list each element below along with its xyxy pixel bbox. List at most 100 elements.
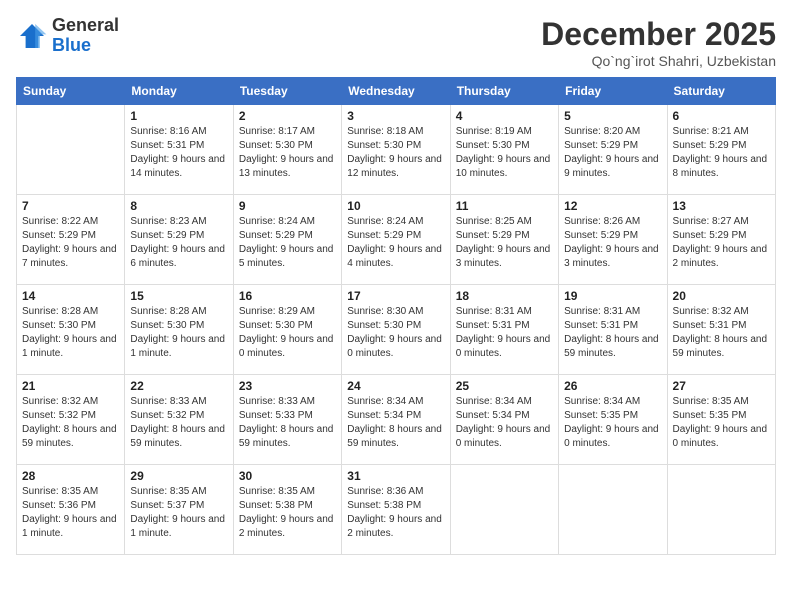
day-number: 23: [239, 379, 336, 393]
day-number: 19: [564, 289, 661, 303]
calendar-day-cell: 5 Sunrise: 8:20 AMSunset: 5:29 PMDaylight…: [559, 105, 667, 195]
day-info: Sunrise: 8:25 AMSunset: 5:29 PMDaylight:…: [456, 215, 553, 271]
day-info: Sunrise: 8:16 AMSunset: 5:31 PMDaylight:…: [130, 125, 227, 181]
calendar-day-cell: 17Sunrise: 8:30 AMSunset: 5:30 PMDayligh…: [342, 285, 450, 375]
weekday-header: Tuesday: [233, 78, 341, 105]
logo: General Blue: [16, 16, 119, 56]
weekday-header: Monday: [125, 78, 233, 105]
calendar-day-cell: 21 Sunrise: 8:32 AMSunset: 5:32 PMDayligh…: [17, 375, 125, 465]
calendar-day-cell: 2 Sunrise: 8:17 AMSunset: 5:30 PMDaylight…: [233, 105, 341, 195]
day-number: 9: [239, 199, 336, 213]
day-info: Sunrise: 8:19 AMSunset: 5:30 PMDaylight:…: [456, 125, 553, 181]
day-number: 29: [130, 469, 227, 483]
day-number: 10: [347, 199, 444, 213]
day-info: Sunrise: 8:35 AMSunset: 5:38 PMDaylight:…: [239, 485, 336, 541]
day-info: Sunrise: 8:21 AMSunset: 5:29 PMDaylight:…: [673, 125, 770, 181]
calendar-day-cell: 8Sunrise: 8:23 AMSunset: 5:29 PMDaylight…: [125, 195, 233, 285]
day-info: Sunrise: 8:24 AMSunset: 5:29 PMDaylight:…: [347, 215, 444, 271]
day-number: 16: [239, 289, 336, 303]
day-number: 7: [22, 199, 119, 213]
day-number: 2: [239, 109, 336, 123]
day-info: Sunrise: 8:36 AMSunset: 5:38 PMDaylight:…: [347, 485, 444, 541]
day-number: 25: [456, 379, 553, 393]
day-info: Sunrise: 8:22 AMSunset: 5:29 PMDaylight:…: [22, 215, 119, 271]
day-number: 4: [456, 109, 553, 123]
day-info: Sunrise: 8:28 AMSunset: 5:30 PMDaylight:…: [130, 305, 227, 361]
empty-cell: [17, 105, 125, 195]
calendar-day-cell: 29 Sunrise: 8:35 AMSunset: 5:37 PMDayligh…: [125, 465, 233, 555]
logo-general: General: [52, 16, 119, 36]
location: Qo`ng`irot Shahri, Uzbekistan: [541, 53, 776, 69]
month-title: December 2025: [541, 16, 776, 53]
calendar-table: SundayMondayTuesdayWednesdayThursdayFrid…: [16, 77, 776, 555]
day-info: Sunrise: 8:30 AMSunset: 5:30 PMDaylight:…: [347, 305, 444, 361]
calendar-day-cell: 9Sunrise: 8:24 AMSunset: 5:29 PMDaylight…: [233, 195, 341, 285]
day-number: 28: [22, 469, 119, 483]
day-info: Sunrise: 8:31 AMSunset: 5:31 PMDaylight:…: [564, 305, 661, 361]
day-number: 27: [673, 379, 770, 393]
logo-text: General Blue: [52, 16, 119, 56]
calendar-day-cell: 20 Sunrise: 8:32 AMSunset: 5:31 PMDayligh…: [667, 285, 775, 375]
logo-blue: Blue: [52, 36, 119, 56]
day-info: Sunrise: 8:26 AMSunset: 5:29 PMDaylight:…: [564, 215, 661, 271]
calendar-day-cell: 13Sunrise: 8:27 AMSunset: 5:29 PMDayligh…: [667, 195, 775, 285]
weekday-header: Sunday: [17, 78, 125, 105]
weekday-header: Thursday: [450, 78, 558, 105]
day-info: Sunrise: 8:20 AMSunset: 5:29 PMDaylight:…: [564, 125, 661, 181]
calendar-day-cell: 31 Sunrise: 8:36 AMSunset: 5:38 PMDayligh…: [342, 465, 450, 555]
day-info: Sunrise: 8:34 AMSunset: 5:34 PMDaylight:…: [456, 395, 553, 451]
page-header: General Blue December 2025 Qo`ng`irot Sh…: [16, 16, 776, 69]
weekday-header: Saturday: [667, 78, 775, 105]
day-info: Sunrise: 8:29 AMSunset: 5:30 PMDaylight:…: [239, 305, 336, 361]
calendar-day-cell: 25 Sunrise: 8:34 AMSunset: 5:34 PMDayligh…: [450, 375, 558, 465]
day-number: 21: [22, 379, 119, 393]
empty-cell: [559, 465, 667, 555]
weekday-header: Wednesday: [342, 78, 450, 105]
day-number: 30: [239, 469, 336, 483]
day-number: 3: [347, 109, 444, 123]
day-info: Sunrise: 8:18 AMSunset: 5:30 PMDaylight:…: [347, 125, 444, 181]
calendar-day-cell: 3 Sunrise: 8:18 AMSunset: 5:30 PMDaylight…: [342, 105, 450, 195]
calendar-week-row: 7 Sunrise: 8:22 AMSunset: 5:29 PMDaylight…: [17, 195, 776, 285]
calendar-week-row: 1 Sunrise: 8:16 AMSunset: 5:31 PMDaylight…: [17, 105, 776, 195]
calendar-day-cell: 12 Sunrise: 8:26 AMSunset: 5:29 PMDayligh…: [559, 195, 667, 285]
calendar-day-cell: 22 Sunrise: 8:33 AMSunset: 5:32 PMDayligh…: [125, 375, 233, 465]
day-info: Sunrise: 8:31 AMSunset: 5:31 PMDaylight:…: [456, 305, 553, 361]
calendar-day-cell: 16 Sunrise: 8:29 AMSunset: 5:30 PMDayligh…: [233, 285, 341, 375]
day-number: 15: [130, 289, 227, 303]
day-number: 24: [347, 379, 444, 393]
calendar-day-cell: 28Sunrise: 8:35 AMSunset: 5:36 PMDayligh…: [17, 465, 125, 555]
weekday-header: Friday: [559, 78, 667, 105]
calendar-day-cell: 7 Sunrise: 8:22 AMSunset: 5:29 PMDaylight…: [17, 195, 125, 285]
calendar-day-cell: 24 Sunrise: 8:34 AMSunset: 5:34 PMDayligh…: [342, 375, 450, 465]
calendar-day-cell: 15 Sunrise: 8:28 AMSunset: 5:30 PMDayligh…: [125, 285, 233, 375]
day-info: Sunrise: 8:28 AMSunset: 5:30 PMDaylight:…: [22, 305, 119, 361]
calendar-day-cell: 26Sunrise: 8:34 AMSunset: 5:35 PMDayligh…: [559, 375, 667, 465]
calendar-day-cell: 10 Sunrise: 8:24 AMSunset: 5:29 PMDayligh…: [342, 195, 450, 285]
calendar-day-cell: 27Sunrise: 8:35 AMSunset: 5:35 PMDayligh…: [667, 375, 775, 465]
day-number: 22: [130, 379, 227, 393]
day-info: Sunrise: 8:32 AMSunset: 5:32 PMDaylight:…: [22, 395, 119, 451]
day-number: 31: [347, 469, 444, 483]
calendar-week-row: 21 Sunrise: 8:32 AMSunset: 5:32 PMDayligh…: [17, 375, 776, 465]
empty-cell: [450, 465, 558, 555]
day-number: 5: [564, 109, 661, 123]
day-number: 8: [130, 199, 227, 213]
day-info: Sunrise: 8:33 AMSunset: 5:32 PMDaylight:…: [130, 395, 227, 451]
title-section: December 2025 Qo`ng`irot Shahri, Uzbekis…: [541, 16, 776, 69]
day-number: 20: [673, 289, 770, 303]
logo-icon: [16, 20, 48, 52]
day-info: Sunrise: 8:34 AMSunset: 5:34 PMDaylight:…: [347, 395, 444, 451]
day-number: 13: [673, 199, 770, 213]
calendar-day-cell: 30 Sunrise: 8:35 AMSunset: 5:38 PMDayligh…: [233, 465, 341, 555]
calendar-week-row: 28Sunrise: 8:35 AMSunset: 5:36 PMDayligh…: [17, 465, 776, 555]
calendar-day-cell: 19 Sunrise: 8:31 AMSunset: 5:31 PMDayligh…: [559, 285, 667, 375]
day-info: Sunrise: 8:17 AMSunset: 5:30 PMDaylight:…: [239, 125, 336, 181]
day-number: 1: [130, 109, 227, 123]
day-info: Sunrise: 8:33 AMSunset: 5:33 PMDaylight:…: [239, 395, 336, 451]
calendar-day-cell: 23 Sunrise: 8:33 AMSunset: 5:33 PMDayligh…: [233, 375, 341, 465]
calendar-day-cell: 4 Sunrise: 8:19 AMSunset: 5:30 PMDaylight…: [450, 105, 558, 195]
day-info: Sunrise: 8:32 AMSunset: 5:31 PMDaylight:…: [673, 305, 770, 361]
day-info: Sunrise: 8:35 AMSunset: 5:37 PMDaylight:…: [130, 485, 227, 541]
day-number: 12: [564, 199, 661, 213]
